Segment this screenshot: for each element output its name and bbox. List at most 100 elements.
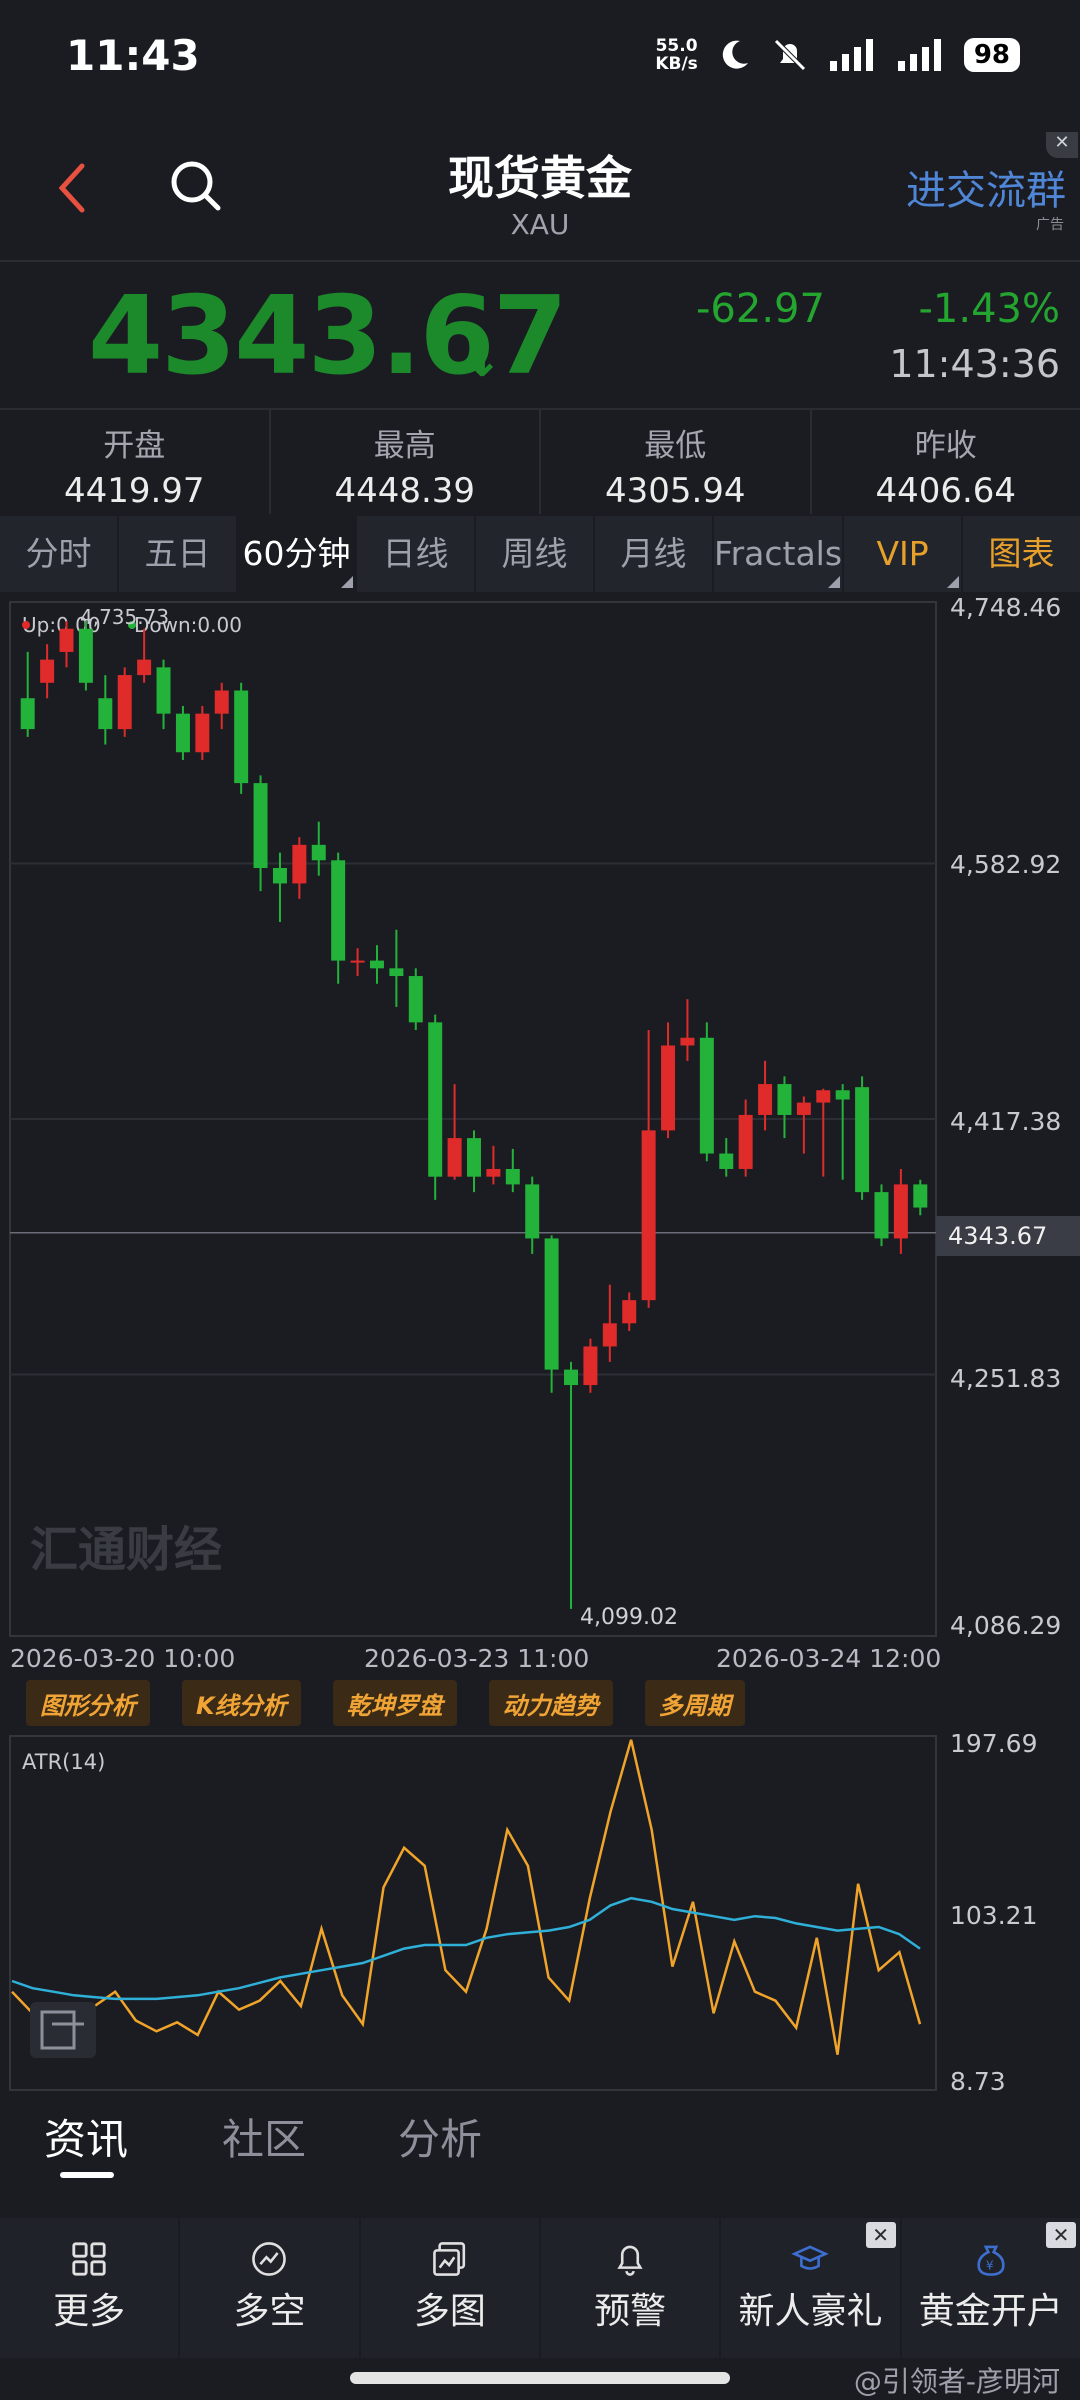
candle: [214, 682, 229, 730]
tab-daily[interactable]: 日线: [357, 516, 476, 592]
tab-60min[interactable]: 60分钟: [238, 516, 357, 592]
tab-intraday[interactable]: 分时: [0, 516, 119, 592]
tab-weekly[interactable]: 周线: [476, 516, 595, 592]
tool-kline-analysis[interactable]: K线分析: [182, 1680, 301, 1726]
high-marker: 4,735.73: [80, 605, 169, 629]
stat-high: 最高 4448.39: [271, 410, 541, 514]
candle-body: [816, 1090, 831, 1103]
date-label: 2026-03-23 11:00: [364, 1644, 590, 1673]
nav-long-short[interactable]: 多空: [180, 2218, 361, 2358]
atr-average-line: [11, 1896, 921, 2001]
candle: [835, 1084, 850, 1180]
status-time: 11:43: [66, 30, 200, 80]
tab-news[interactable]: 资讯: [44, 2106, 128, 2167]
atr-y-tick: 197.69: [950, 1734, 1037, 1758]
low-marker: 4,099.02: [580, 1605, 678, 1630]
candle-body: [311, 844, 326, 861]
nav-open-account[interactable]: ¥ 黄金开户 ✕: [902, 2218, 1080, 2358]
candle-body: [855, 1087, 870, 1193]
candle: [156, 659, 171, 730]
nav-alert[interactable]: 预警: [541, 2218, 722, 2358]
tab-community[interactable]: 社区: [222, 2106, 306, 2167]
candle: [913, 1179, 928, 1216]
active-tab-underline: [60, 2172, 114, 2178]
candle-body: [447, 1138, 462, 1177]
nav-more[interactable]: 更多: [0, 2218, 181, 2358]
dropdown-corner-icon: [341, 576, 353, 588]
candle-body: [389, 968, 404, 977]
tool-pattern-analysis[interactable]: 图形分析: [26, 1680, 150, 1726]
candle: [408, 968, 423, 1031]
candle: [292, 837, 307, 899]
candle: [369, 945, 384, 984]
candle: [583, 1338, 598, 1393]
candle-body: [408, 976, 423, 1023]
candle-body: [874, 1192, 889, 1239]
candle-body: [292, 844, 307, 884]
atr-indicator-chart[interactable]: ATR(14) 197.69 103.21 8.73: [0, 1734, 1080, 2094]
nav-label: 多图: [413, 2291, 486, 2332]
nav-multi-chart[interactable]: 多图: [361, 2218, 541, 2358]
tab-fractals[interactable]: Fractals: [714, 516, 845, 592]
tool-compass[interactable]: 乾坤罗盘: [332, 1680, 457, 1726]
candle-body: [525, 1184, 540, 1239]
candle-body: [641, 1130, 656, 1301]
nav-label: 预警: [594, 2291, 667, 2332]
graduation-icon: [791, 2245, 830, 2270]
candle: [40, 644, 55, 699]
candle-body: [78, 628, 93, 683]
tool-multi-period[interactable]: 多周期: [644, 1680, 745, 1726]
candle-body: [117, 675, 132, 730]
signal-icon: [829, 39, 873, 71]
candle-body: [913, 1184, 928, 1208]
candle-body: [20, 698, 35, 730]
candle: [602, 1284, 617, 1362]
y-tick: 4,582.92: [950, 850, 1061, 879]
candle-body: [98, 698, 113, 730]
home-indicator[interactable]: [350, 2372, 730, 2384]
tab-analysis[interactable]: 分析: [398, 2106, 482, 2167]
candle: [564, 1361, 579, 1609]
grid-icon: [72, 2242, 106, 2276]
candle: [486, 1145, 501, 1185]
close-icon[interactable]: ✕: [1045, 2222, 1076, 2248]
candle-body: [467, 1138, 481, 1177]
candle-body: [214, 690, 229, 714]
tab-vip-label: VIP: [876, 534, 929, 573]
candle: [661, 1022, 676, 1139]
candle: [738, 1099, 753, 1177]
y-tick: 4,251.83: [950, 1364, 1061, 1393]
candle-body: [661, 1045, 676, 1131]
candle: [311, 821, 326, 876]
candle-body: [893, 1184, 908, 1239]
candle-body: [234, 690, 249, 784]
y-tick: 4,748.46: [950, 594, 1061, 622]
fullscreen-icon[interactable]: [30, 2002, 96, 2058]
tab-monthly[interactable]: 月线: [595, 516, 714, 592]
tab-five-day[interactable]: 五日: [119, 516, 238, 592]
candle-body: [331, 860, 346, 961]
tab-60min-label: 60分钟: [242, 534, 351, 573]
nav-newbie-gift[interactable]: 新人豪礼 ✕: [721, 2218, 902, 2358]
news-tabs: 资讯 社区 分析: [0, 2106, 1080, 2186]
tab-vip[interactable]: VIP: [844, 516, 964, 592]
atr-y-tick: 103.21: [950, 1901, 1037, 1930]
tool-momentum[interactable]: 动力趋势: [488, 1680, 613, 1726]
date-label: 2026-03-20 10:00: [10, 1644, 236, 1673]
candle: [447, 1084, 462, 1180]
atr-frame: [9, 1735, 937, 2091]
ad-close-button[interactable]: ✕: [1046, 132, 1078, 158]
candle: [796, 1096, 811, 1154]
candlestick-chart[interactable]: Up:0.00 Down:0.00 4,735.73 汇通财经 4,099.02…: [0, 594, 1080, 1644]
candle-body: [369, 960, 384, 969]
tab-fractals-label: Fractals: [714, 534, 843, 573]
candle: [816, 1088, 831, 1177]
join-group-ad-link[interactable]: 进交流群: [906, 158, 1066, 216]
close-icon[interactable]: ✕: [865, 2222, 896, 2248]
quote-time: 11:43:36: [889, 342, 1060, 386]
candle-body: [602, 1323, 617, 1347]
tab-chart-settings[interactable]: 图表: [963, 516, 1080, 592]
candle-body: [428, 1022, 443, 1177]
atr-y-tick: 8.73: [950, 2067, 1006, 2094]
watermark: 汇通财经: [30, 1522, 222, 1578]
